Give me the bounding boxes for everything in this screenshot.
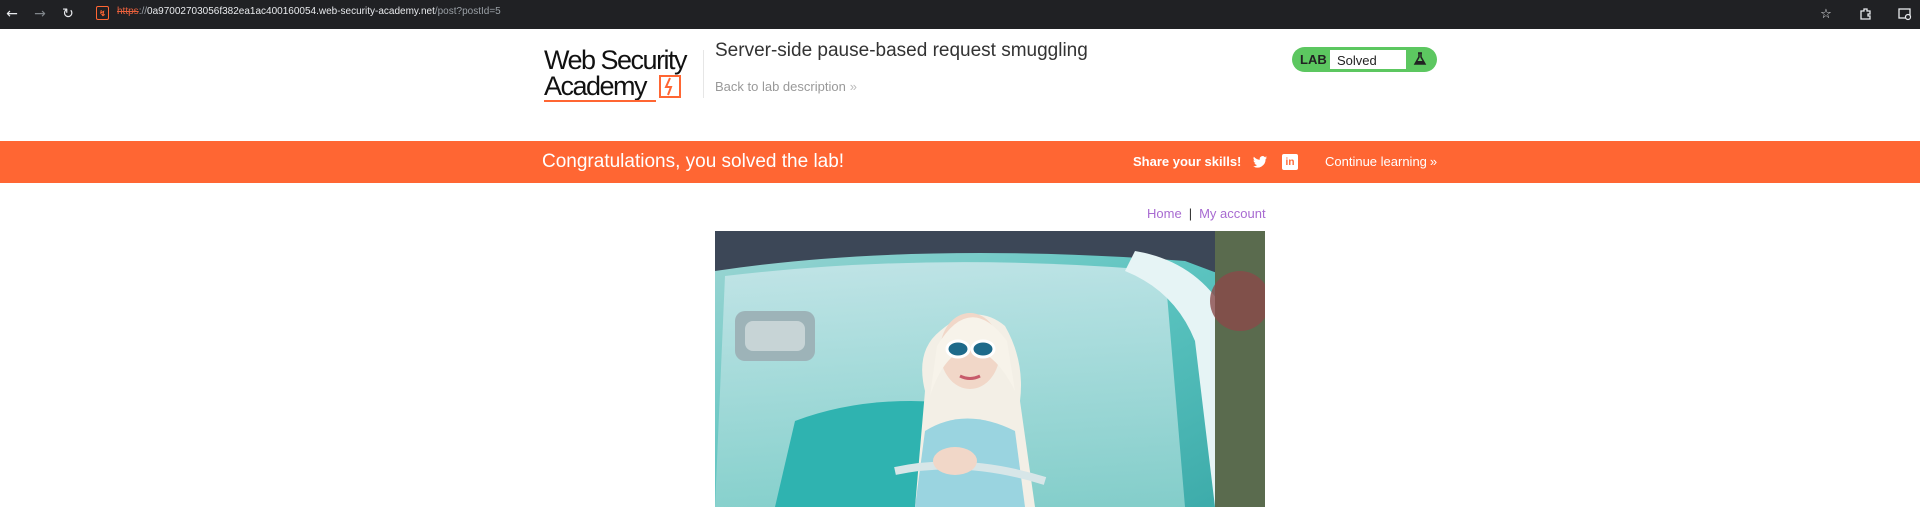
tab-search-icon[interactable] <box>1894 3 1916 25</box>
url-path: /post?postId=5 <box>434 6 501 17</box>
site-favicon-icon: ↯ <box>96 6 109 20</box>
header-divider <box>703 50 704 98</box>
congratulations-message: Congratulations, you solved the lab! <box>542 151 845 172</box>
congratulations-banner: Congratulations, you solved the lab! Sha… <box>0 141 1920 183</box>
share-skills-label: Share your skills! <box>1133 154 1242 169</box>
url-scheme: https <box>117 6 139 17</box>
address-bar[interactable]: https://0a97002703056f382ea1ac400160054.… <box>117 5 501 19</box>
blog-post-image <box>715 231 1265 507</box>
extensions-icon[interactable] <box>1855 3 1877 25</box>
top-navigation: Home | My account <box>1147 206 1266 221</box>
web-security-academy-logo[interactable]: Web Security Academy <box>544 45 704 103</box>
url-host: 0a97002703056f382ea1ac400160054.web-secu… <box>147 6 435 17</box>
back-link-label: Back to lab description <box>715 79 846 94</box>
double-chevron-right-icon: » <box>849 79 858 94</box>
my-account-link[interactable]: My account <box>1199 206 1265 221</box>
flask-icon <box>1413 52 1427 65</box>
lab-status-value: Solved <box>1329 49 1407 70</box>
linkedin-icon[interactable]: in <box>1282 154 1298 170</box>
nav-separator: | <box>1188 206 1193 221</box>
continue-learning-link[interactable]: Continue learning» <box>1325 154 1437 169</box>
back-to-lab-description-link[interactable]: Back to lab description» <box>715 79 857 94</box>
logo-line2: Academy <box>544 71 648 101</box>
reload-icon[interactable]: ↻ <box>57 3 79 25</box>
url-separator: :// <box>138 6 148 17</box>
logo-underline <box>544 100 656 102</box>
home-link[interactable]: Home <box>1147 206 1182 221</box>
lab-status-label: LAB <box>1300 52 1327 67</box>
lightning-icon <box>659 75 681 98</box>
lab-status-widget: LAB Solved <box>1292 47 1437 72</box>
double-chevron-right-icon: » <box>1429 154 1438 169</box>
twitter-icon[interactable] <box>1252 154 1268 170</box>
bookmark-star-icon[interactable]: ☆ <box>1815 3 1837 25</box>
browser-toolbar: ← → ↻ ↯ https://0a97002703056f382ea1ac40… <box>0 0 1920 29</box>
forward-icon[interactable]: → <box>29 3 51 25</box>
lab-title: Server-side pause-based request smugglin… <box>715 40 1088 61</box>
back-icon[interactable]: ← <box>1 3 23 25</box>
continue-learning-label: Continue learning <box>1325 154 1427 169</box>
